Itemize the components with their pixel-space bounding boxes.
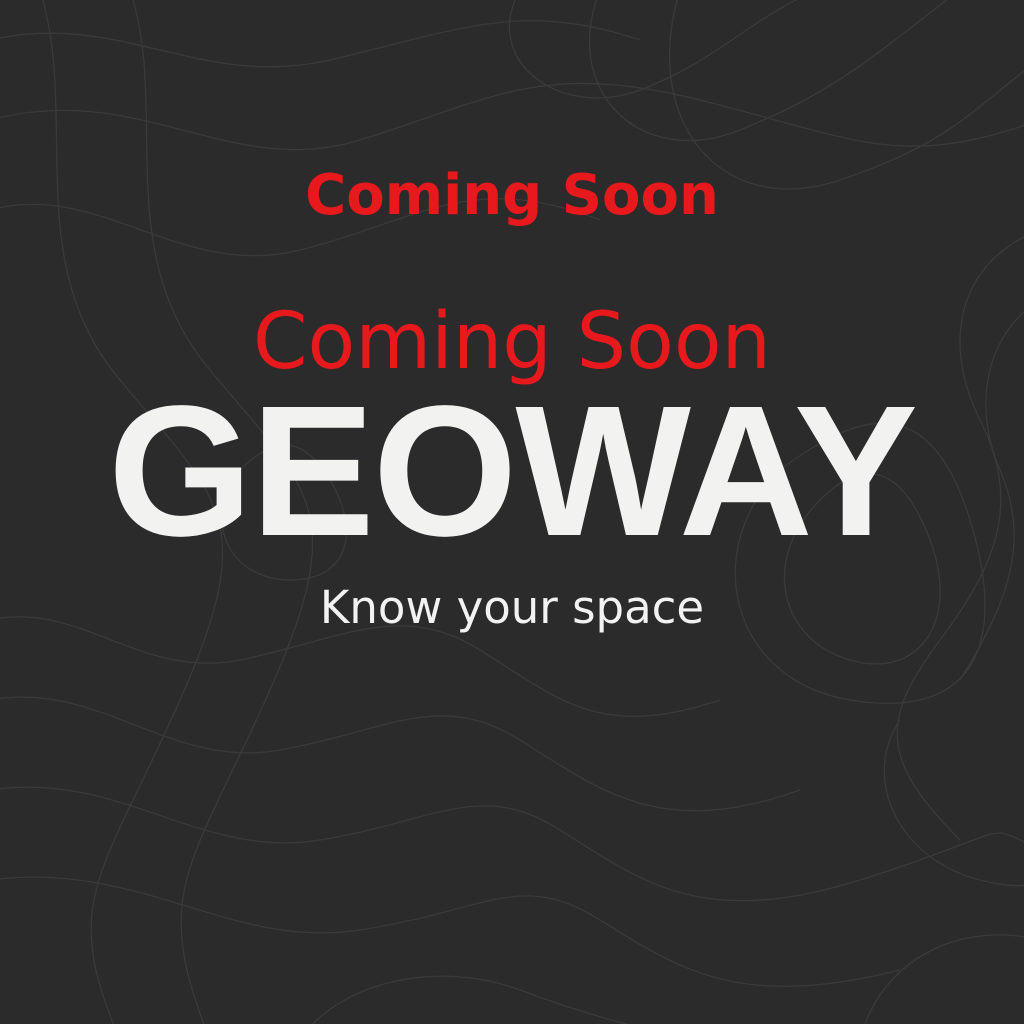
contour-line [0, 786, 1024, 902]
contour-line [883, 719, 1024, 887]
contour-line [864, 934, 1024, 1024]
contour-line [312, 975, 629, 1024]
contour-line [0, 696, 801, 812]
contour-line [0, 20, 641, 68]
brand-tagline: Know your space [319, 581, 705, 634]
coming-soon-small-heading: Coming Soon [305, 163, 719, 228]
contour-line [508, 0, 798, 99]
contour-line [0, 876, 901, 987]
contour-line [0, 82, 1024, 151]
coming-soon-poster: Coming Soon Coming Soon GEOWAY Know your… [0, 0, 1024, 1024]
brand-wordmark: GEOWAY [107, 368, 918, 575]
